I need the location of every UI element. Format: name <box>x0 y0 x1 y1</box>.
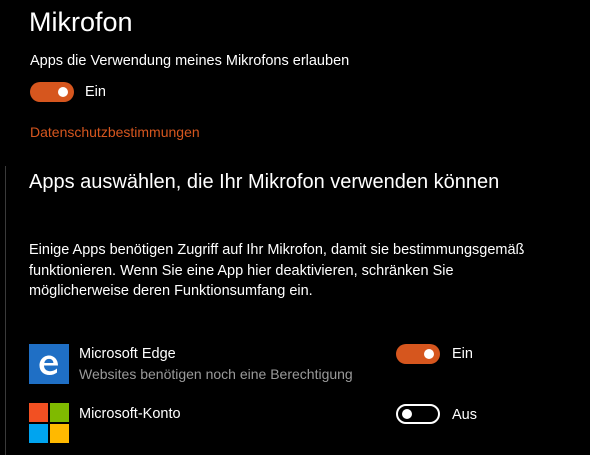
app-name-microsoft-edge: Microsoft Edge <box>79 346 176 362</box>
microsoft-edge-icon <box>29 344 69 384</box>
microsoft-logo-icon <box>29 403 69 443</box>
mic-access-toggle[interactable] <box>30 82 74 102</box>
microsoft-edge-toggle-state: Ein <box>452 346 473 362</box>
microsoft-konto-toggle[interactable] <box>396 404 440 424</box>
toggle-knob <box>58 87 68 97</box>
toggle-knob <box>424 349 434 359</box>
app-name-microsoft-konto: Microsoft-Konto <box>79 406 181 422</box>
toggle-knob <box>402 409 412 419</box>
mic-access-label: Apps die Verwendung meines Mikrofons erl… <box>30 53 350 69</box>
microsoft-konto-toggle-state: Aus <box>452 407 477 423</box>
apps-section-description: Einige Apps benötigen Zugriff auf Ihr Mi… <box>29 242 525 299</box>
app-subtitle-microsoft-edge: Websites benötigen noch eine Berechtigun… <box>79 366 353 382</box>
page-title: Mikrofon <box>29 7 133 37</box>
privacy-statement-link[interactable]: Datenschutzbestimmungen <box>30 123 200 141</box>
microsoft-edge-toggle[interactable] <box>396 344 440 364</box>
mic-access-toggle-state: Ein <box>85 84 106 100</box>
section-divider <box>5 166 6 455</box>
apps-section-heading: Apps auswählen, die Ihr Mikrofon verwend… <box>29 171 500 193</box>
